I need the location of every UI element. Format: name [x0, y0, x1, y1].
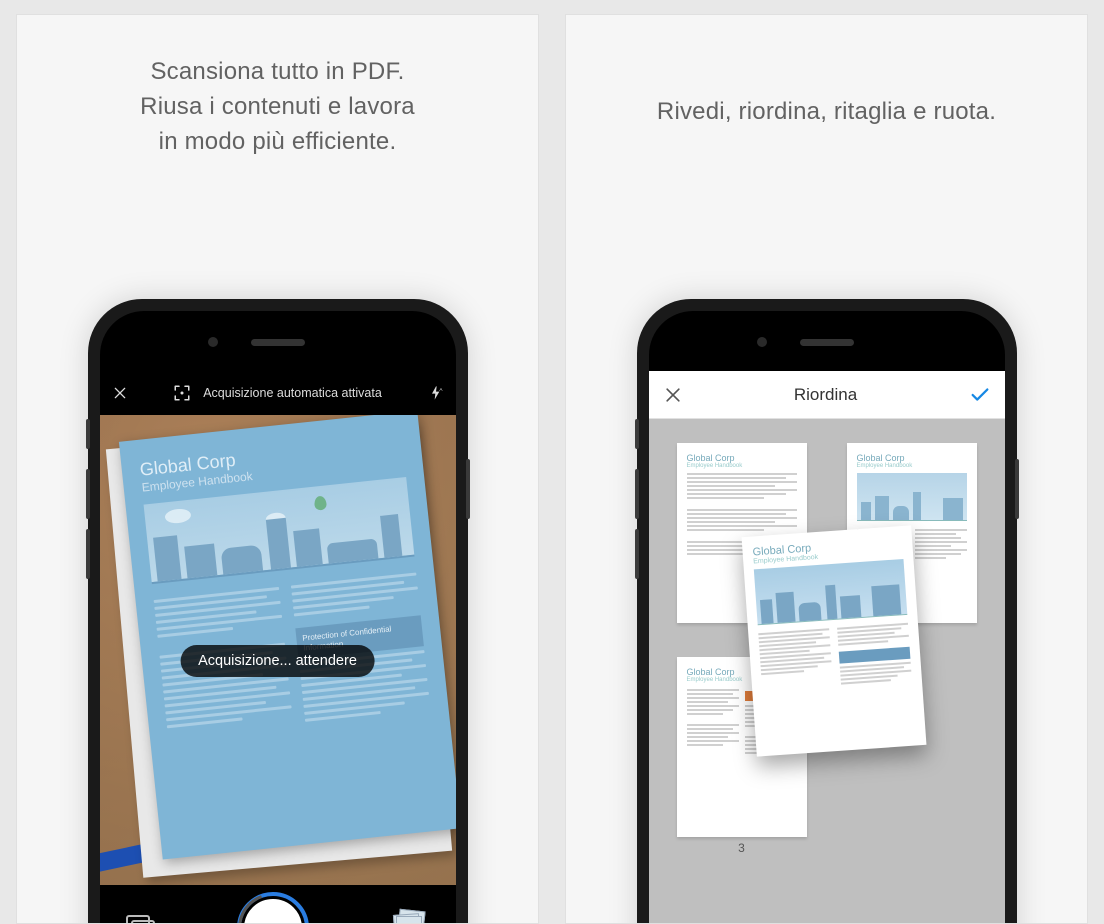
marketing-line: in modo più efficiente.	[17, 125, 538, 160]
screen-title: Riordina	[683, 385, 969, 405]
gallery-icon[interactable]	[126, 915, 156, 924]
capture-toast: Acquisizione... attendere	[180, 645, 375, 677]
pages-stack-button[interactable]: 4	[390, 908, 430, 924]
camera-viewport: Global Corp Employee Handbook	[100, 415, 456, 885]
svg-text:A: A	[439, 387, 443, 392]
close-icon[interactable]	[663, 385, 683, 405]
marketing-line: Riusa i contenuti e lavora	[17, 90, 538, 125]
flash-icon[interactable]: A	[428, 385, 444, 401]
camera-toolbar: 4	[100, 885, 456, 924]
auto-capture-label[interactable]: Acquisizione automatica attivata	[203, 386, 382, 400]
auto-capture-icon[interactable]	[173, 384, 191, 402]
confirm-icon[interactable]	[969, 384, 991, 406]
app-screen-camera: Acquisizione automatica attivata A Globa…	[100, 371, 456, 924]
app-screen-reorder: Riordina Global Corp Employee Handbook	[649, 371, 1005, 924]
marketing-text: Scansiona tutto in PDF. Riusa i contenut…	[17, 15, 538, 159]
marketing-text: Rivedi, riordina, ritaglia e ruota.	[566, 15, 1087, 130]
camera-topbar: Acquisizione automatica attivata A	[100, 371, 456, 415]
page-thumbnail-dragging[interactable]: Global Corp Employee Handbook	[741, 525, 926, 756]
detected-document: Global Corp Employee Handbook	[118, 415, 455, 860]
marketing-line: Rivedi, riordina, ritaglia e ruota.	[566, 95, 1087, 130]
reorder-topbar: Riordina	[649, 371, 1005, 419]
page-number: 3	[738, 841, 745, 855]
close-icon[interactable]	[112, 385, 128, 401]
doc-title: Global Corp	[857, 453, 967, 463]
screenshot-panel-2: Rivedi, riordina, ritaglia e ruota. Rior…	[565, 14, 1088, 924]
phone-mockup: Acquisizione automatica attivata A Globa…	[88, 299, 468, 924]
shutter-button[interactable]	[241, 896, 305, 924]
doc-subtitle: Employee Handbook	[687, 463, 797, 469]
marketing-line: Scansiona tutto in PDF.	[17, 55, 538, 90]
doc-subtitle: Employee Handbook	[857, 463, 967, 469]
reorder-grid[interactable]: Global Corp Employee Handbook Global Cor	[649, 419, 1005, 924]
doc-title: Global Corp	[687, 453, 797, 463]
screenshot-panel-1: Scansiona tutto in PDF. Riusa i contenut…	[16, 14, 539, 924]
phone-mockup: Riordina Global Corp Employee Handbook	[637, 299, 1017, 924]
